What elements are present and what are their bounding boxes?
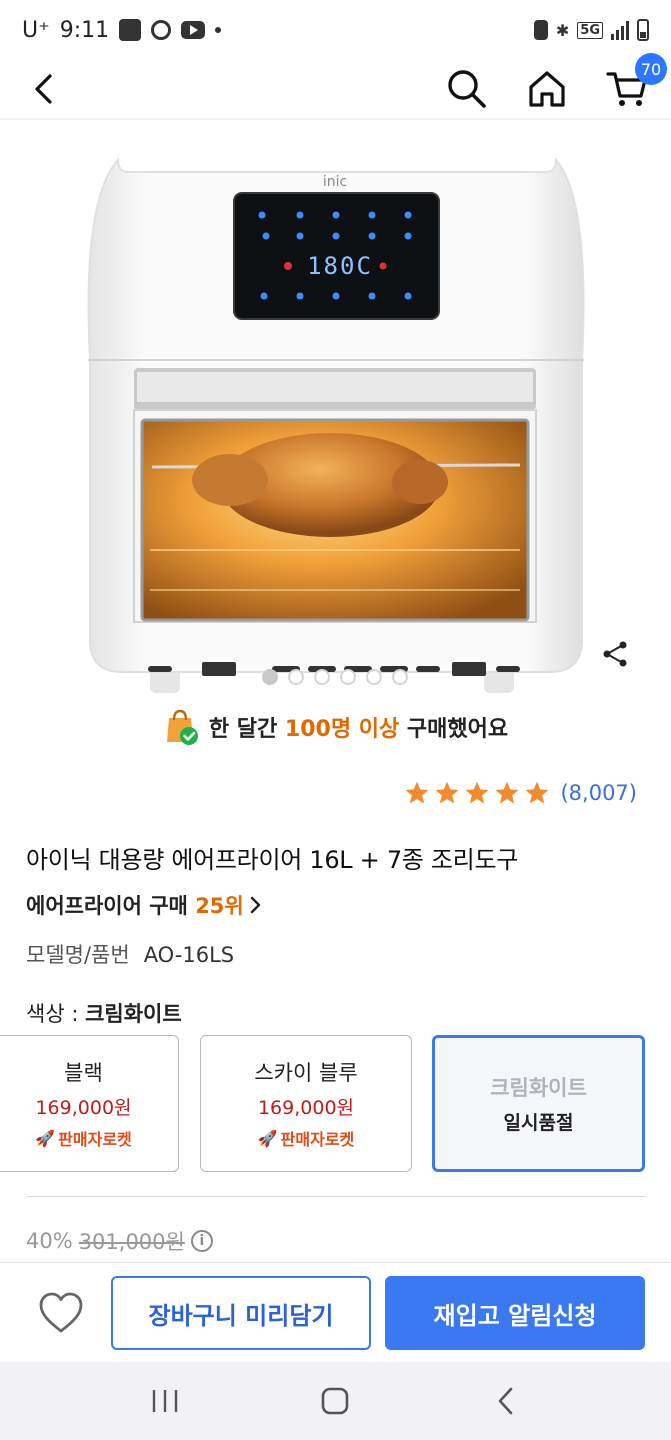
color-selected-value: 크림화이트	[85, 1002, 182, 1026]
search-button[interactable]	[445, 67, 489, 111]
seller-rocket-badge: 🚀 판매자로켓	[258, 1126, 355, 1150]
option-name: 블랙	[64, 1061, 103, 1085]
carousel-dot[interactable]	[392, 669, 408, 685]
share-icon	[603, 641, 627, 667]
cart-count-badge: 70	[635, 53, 667, 85]
color-label-prefix: 색상 :	[26, 1002, 86, 1026]
signal-icon	[611, 20, 629, 40]
product-title: 아이닉 대용량 에어프라이어 16L + 7종 조리도구	[26, 846, 519, 874]
back-chevron-icon	[498, 1387, 513, 1415]
carousel-dot[interactable]	[340, 669, 356, 685]
home-icon	[529, 71, 565, 107]
purchase-count-banner: 한 달간 100명 이상 구매했어요	[0, 704, 671, 750]
option-name: 크림화이트	[490, 1076, 587, 1100]
home-square-icon	[322, 1387, 349, 1415]
model-label: 모델명/품번	[26, 943, 130, 967]
wishlist-button[interactable]	[38, 1291, 84, 1335]
status-bar: U⁺ 9:11 ✱ 5G	[0, 0, 671, 60]
star-icon	[406, 781, 429, 804]
display-temperature: 180C	[307, 252, 373, 280]
star-icon	[466, 781, 489, 804]
star-icon	[496, 781, 519, 804]
system-navigation-bar	[0, 1362, 671, 1440]
banner-suffix: 구매했어요	[399, 717, 509, 742]
rocket-badge-label: 판매자로켓	[280, 1130, 355, 1149]
home-button[interactable]	[525, 67, 569, 111]
carousel-dot[interactable]	[314, 669, 330, 685]
option-name: 스카이 블루	[254, 1061, 358, 1085]
image-carousel-dots	[262, 669, 408, 685]
star-icon	[436, 781, 459, 804]
option-card-black[interactable]: 블랙 169,000원 🚀 판매자로켓	[0, 1035, 179, 1172]
air-fryer-illustration: inic 180C	[87, 157, 585, 693]
banner-highlight: 100명 이상	[284, 717, 400, 742]
brand-logo: inic	[323, 174, 347, 190]
back-system-button[interactable]	[486, 1381, 526, 1421]
sold-out-status: 일시품절	[503, 1112, 574, 1134]
restock-alert-button[interactable]: 재입고 알림신청	[385, 1276, 645, 1350]
banner-prefix: 한 달간	[208, 717, 285, 742]
option-price: 169,000원	[35, 1097, 132, 1119]
bluetooth-icon: ✱	[555, 20, 570, 40]
rocket-badge-label: 판매자로켓	[58, 1130, 132, 1149]
share-button[interactable]	[599, 638, 631, 670]
rank-label: 에어프라이어 구매	[26, 894, 196, 918]
search-icon	[448, 70, 486, 108]
recent-apps-icon	[152, 1390, 178, 1412]
star-icon	[526, 781, 549, 804]
original-price: 301,000원	[78, 1230, 185, 1254]
seller-rocket-badge: 🚀 판매자로켓	[35, 1126, 132, 1150]
rating-row[interactable]: (8,007)	[404, 780, 637, 806]
option-card-cream-white[interactable]: 크림화이트 일시품절	[432, 1035, 645, 1172]
rocket-icon: 🚀	[257, 1128, 278, 1148]
back-button[interactable]	[22, 67, 66, 111]
category-rank-link[interactable]: 에어프라이어 구매 25위	[26, 890, 262, 920]
nfc-icon	[533, 20, 548, 40]
bottom-action-bar: 장바구니 미리담기 재입고 알림신청	[0, 1262, 671, 1362]
rank-value: 25위	[195, 894, 244, 918]
divider	[26, 1196, 645, 1197]
option-card-sky-blue[interactable]: 스카이 블루 169,000원 🚀 판매자로켓	[200, 1035, 412, 1172]
model-number-row: 모델명/품번 AO-16LS	[26, 939, 234, 969]
review-count[interactable]: (8,007)	[560, 781, 637, 805]
chrome-icon	[151, 20, 172, 40]
status-time: 9:11	[59, 17, 110, 43]
carousel-dot[interactable]	[288, 669, 304, 685]
network-type: 5G	[577, 21, 603, 39]
top-nav: 70	[0, 53, 671, 118]
carousel-dot[interactable]	[366, 669, 382, 685]
app-notification-icon	[119, 19, 142, 41]
chevron-right-icon	[250, 896, 260, 914]
recent-apps-button[interactable]	[145, 1381, 185, 1421]
option-price: 169,000원	[257, 1097, 355, 1119]
product-image[interactable]: inic 180C	[0, 120, 671, 700]
rocket-icon: 🚀	[35, 1128, 56, 1148]
info-icon[interactable]: i	[190, 1230, 213, 1252]
price-row: 40% 301,000원 i	[26, 1226, 213, 1256]
chevron-left-icon	[35, 74, 52, 104]
youtube-icon	[181, 21, 206, 39]
carousel-dot[interactable]	[262, 669, 278, 685]
heart-icon	[39, 1292, 83, 1333]
shopping-bag-check-icon	[166, 709, 198, 745]
home-system-button[interactable]	[315, 1381, 355, 1421]
battery-icon	[637, 19, 649, 41]
more-notifications-icon	[215, 27, 222, 33]
purchase-count-text: 한 달간 100명 이상 구매했어요	[209, 711, 508, 743]
discount-rate: 40%	[26, 1229, 73, 1253]
add-to-cart-button[interactable]: 장바구니 미리담기	[111, 1276, 371, 1350]
color-option-label: 색상 : 크림화이트	[26, 998, 182, 1028]
carrier-label: U⁺	[22, 17, 50, 43]
cart-button[interactable]: 70	[605, 53, 667, 111]
model-value: AO-16LS	[143, 943, 235, 967]
